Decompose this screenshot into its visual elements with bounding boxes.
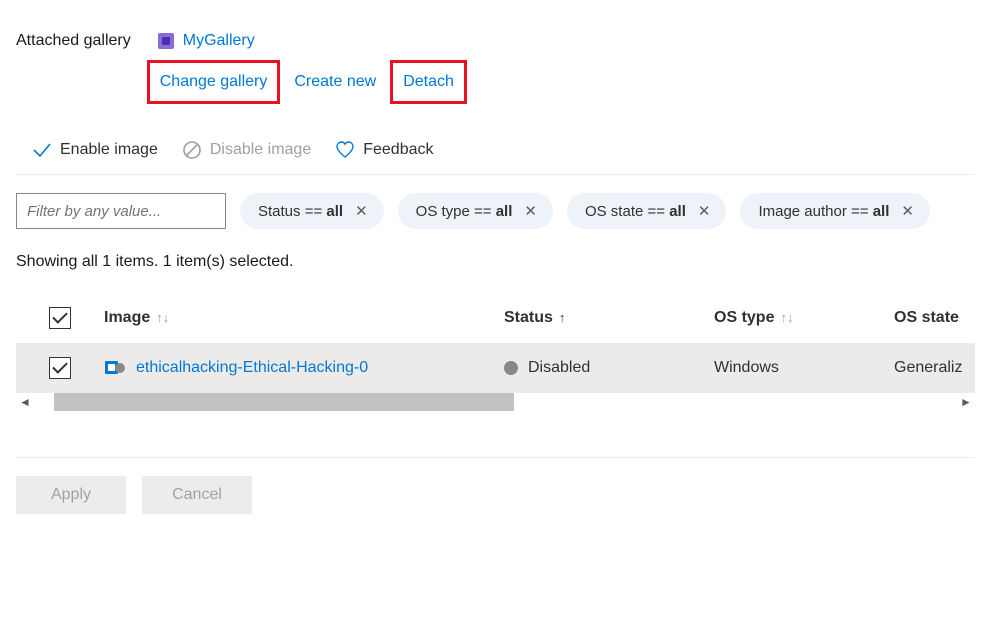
checkmark-icon (32, 140, 52, 160)
feedback-button[interactable]: Feedback (335, 140, 433, 160)
filter-pill-image-author[interactable]: Image author == all ✕ (740, 193, 930, 229)
os-type-text: Windows (714, 359, 894, 377)
pill-value: all (669, 203, 686, 220)
disable-image-button: Disable image (182, 140, 311, 160)
filter-pill-status[interactable]: Status == all ✕ (240, 193, 384, 229)
image-name-link[interactable]: ethicalhacking-Ethical-Hacking-0 (136, 359, 368, 377)
disable-icon (182, 140, 202, 160)
table-row[interactable]: ethicalhacking-Ethical-Hacking-0 Disable… (16, 343, 975, 393)
pill-label: OS type == (416, 203, 496, 220)
vm-image-icon (104, 357, 126, 379)
pill-value: all (873, 203, 890, 220)
highlight-change-gallery: Change gallery (147, 60, 281, 104)
pill-value: all (326, 203, 343, 220)
filter-input[interactable] (16, 193, 226, 229)
column-header-os-type[interactable]: OS type ↑↓ (714, 309, 894, 327)
column-header-image[interactable]: Image ↑↓ (104, 309, 504, 327)
enable-image-button[interactable]: Enable image (32, 140, 158, 160)
filter-bar: Status == all ✕ OS type == all ✕ OS stat… (16, 175, 975, 239)
col-os-type-label: OS type (714, 309, 774, 327)
col-os-state-label: OS state (894, 309, 959, 327)
footer-actions: Apply Cancel (16, 457, 975, 514)
detach-link[interactable]: Detach (403, 73, 454, 90)
gallery-icon (157, 32, 175, 50)
horizontal-scrollbar[interactable]: ◄ ► (16, 393, 975, 411)
enable-image-label: Enable image (60, 141, 158, 159)
apply-button[interactable]: Apply (16, 476, 126, 514)
images-table: Image ↑↓ Status ↑ OS type ↑↓ OS state (16, 293, 975, 411)
column-header-status[interactable]: Status ↑ (504, 309, 714, 327)
result-summary: Showing all 1 items. 1 item(s) selected. (16, 239, 975, 293)
close-icon[interactable]: ✕ (696, 202, 713, 220)
command-toolbar: Enable image Disable image Feedback (16, 140, 975, 174)
cancel-button[interactable]: Cancel (142, 476, 252, 514)
create-new-link[interactable]: Create new (290, 63, 380, 101)
status-text: Disabled (528, 359, 590, 377)
pill-label: Image author == (758, 203, 872, 220)
scroll-thumb[interactable] (54, 393, 514, 411)
pill-label: OS state == (585, 203, 669, 220)
feedback-label: Feedback (363, 141, 433, 159)
filter-pill-os-state[interactable]: OS state == all ✕ (567, 193, 726, 229)
col-status-label: Status (504, 309, 553, 327)
scroll-track[interactable] (34, 393, 957, 411)
filter-pill-os-type[interactable]: OS type == all ✕ (398, 193, 553, 229)
attached-gallery-header: Attached gallery MyGallery Change galler… (16, 20, 975, 104)
row-checkbox[interactable] (49, 357, 71, 379)
status-dot-icon (504, 361, 518, 375)
pill-value: all (496, 203, 513, 220)
column-header-os-state[interactable]: OS state (894, 309, 975, 327)
close-icon[interactable]: ✕ (353, 202, 370, 220)
scroll-left-arrow-icon[interactable]: ◄ (16, 393, 34, 411)
pill-label: Status == (258, 203, 326, 220)
heart-icon (335, 140, 355, 160)
close-icon[interactable]: ✕ (522, 202, 539, 220)
col-image-label: Image (104, 309, 150, 327)
close-icon[interactable]: ✕ (899, 202, 916, 220)
scroll-right-arrow-icon[interactable]: ► (957, 393, 975, 411)
sort-icon: ↑↓ (780, 310, 793, 325)
select-all-checkbox[interactable] (49, 307, 71, 329)
disable-image-label: Disable image (210, 141, 311, 159)
highlight-detach: Detach (390, 60, 467, 104)
sort-asc-icon: ↑ (559, 310, 566, 325)
table-header: Image ↑↓ Status ↑ OS type ↑↓ OS state (16, 293, 975, 343)
sort-icon: ↑↓ (156, 310, 169, 325)
gallery-name-link[interactable]: MyGallery (183, 32, 255, 50)
change-gallery-link[interactable]: Change gallery (160, 73, 268, 90)
attached-gallery-label: Attached gallery (16, 20, 131, 50)
os-state-text: Generaliz (894, 359, 975, 377)
